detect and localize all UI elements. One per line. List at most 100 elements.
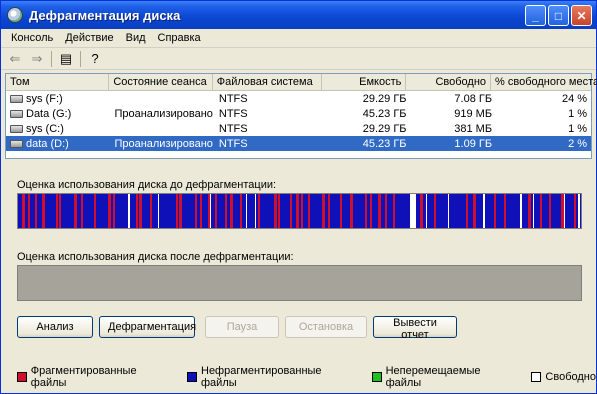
disk-map-fragment: [365, 194, 367, 228]
volume-free-percent: 1 %: [568, 122, 588, 135]
volume-capacity: 45.23 ГБ: [362, 137, 407, 150]
header-filesystem[interactable]: Файловая система: [213, 74, 322, 90]
view-report-button[interactable]: Вывести отчет: [373, 316, 457, 341]
toolbar-separator: [80, 50, 81, 67]
volume-name-label: sys (C:): [26, 122, 64, 135]
disk-map-fragment: [74, 194, 77, 228]
volume-name: sys (F:): [6, 93, 110, 105]
volume-row[interactable]: Data (G:) Проанализировано NTFS 45.23 ГБ 919…: [6, 106, 591, 121]
header-free[interactable]: Свободно: [406, 74, 492, 90]
disk-map-fragment: [200, 194, 202, 228]
volume-row[interactable]: sys (F:) NTFS 29.29 ГБ 7.08 ГБ 24 %: [6, 91, 591, 106]
disk-map-fragment: [179, 194, 182, 228]
after-analysis-label: Оценка использования диска после дефрагм…: [17, 251, 294, 263]
header-volume[interactable]: Том: [6, 74, 110, 90]
help-icon[interactable]: ?: [87, 51, 103, 67]
volume-list-header: Том Состояние сеанса Файловая система Ем…: [6, 74, 597, 91]
disk-map-fragment: [378, 194, 381, 228]
volume-row[interactable]: sys (C:) NTFS 29.29 ГБ 381 МБ 1 %: [6, 121, 591, 136]
contiguous-swatch: [187, 372, 197, 382]
header-session-state[interactable]: Состояние сеанса: [109, 74, 213, 90]
volume-state: Проанализировано: [114, 107, 213, 120]
volume-capacity: 29.29 ГБ: [362, 122, 407, 135]
disk-map-fragment: [225, 194, 227, 228]
volume-name-label: sys (F:): [26, 92, 63, 105]
minimize-button[interactable]: _: [525, 5, 546, 26]
disk-map-fragment: [434, 194, 436, 228]
volume-filesystem: NTFS: [218, 107, 248, 120]
disk-map-fragment: [340, 194, 342, 228]
defrag-window: Дефрагментация диска _ □ ✕ Консоль Дейст…: [0, 0, 597, 394]
disk-map-fragment: [139, 194, 142, 228]
volume-name-label: data (D:): [26, 137, 69, 150]
header-free-percent[interactable]: % свободного места: [491, 74, 597, 90]
disk-map-fragment: [290, 194, 292, 228]
volume-free: 919 МБ: [454, 107, 493, 120]
volume-free-percent: 1 %: [568, 107, 588, 120]
volume-name: Data (G:): [6, 108, 110, 120]
console-tree-icon[interactable]: ▤: [58, 51, 74, 67]
volume-state: Проанализировано: [114, 137, 213, 150]
menu-console[interactable]: Консоль: [5, 32, 59, 44]
legend-contiguous-label: Нефрагментированные файлы: [201, 365, 322, 389]
back-arrow-icon[interactable]: ⇐: [7, 51, 23, 67]
defragment-button[interactable]: Дефрагментация: [99, 316, 196, 338]
disk-map-fragment: [94, 194, 96, 228]
menu-action[interactable]: Действие: [59, 32, 119, 44]
volume-free: 381 МБ: [454, 122, 493, 135]
disk-map-fragment: [278, 194, 280, 228]
disk-map-fragment: [22, 194, 25, 228]
disk-map-fragment: [301, 194, 303, 228]
disk-map-free: [410, 194, 416, 228]
disk-map-free: [158, 194, 159, 228]
free-swatch: [531, 372, 542, 382]
disk-map-fragment: [328, 194, 330, 228]
menu-help[interactable]: Справка: [152, 32, 207, 44]
before-analysis-label: Оценка использования диска до дефрагмент…: [17, 179, 277, 191]
drive-icon: [10, 124, 23, 133]
fragmented-swatch: [17, 372, 27, 382]
disk-map-free: [483, 194, 485, 228]
maximize-button[interactable]: □: [548, 5, 569, 26]
volume-filesystem: NTFS: [218, 137, 248, 150]
disk-map-fragment: [504, 194, 506, 228]
volume-list[interactable]: Том Состояние сеанса Файловая система Ем…: [5, 73, 597, 159]
volume-filesystem: NTFS: [218, 122, 248, 135]
legend-unmovable: Неперемещаемые файлы: [371, 365, 516, 389]
drive-icon: [10, 139, 23, 148]
legend-unmovable-label: Неперемещаемые файлы: [385, 365, 481, 389]
forward-arrow-icon[interactable]: ⇒: [29, 51, 45, 67]
stop-button: Остановка: [285, 316, 367, 338]
disk-map-fragment: [385, 194, 387, 228]
unmovable-swatch: [371, 372, 382, 382]
drive-icon: [10, 94, 23, 103]
disk-map-free: [255, 194, 256, 228]
disk-map-fragment: [195, 194, 197, 228]
disk-map-free: [210, 194, 211, 228]
menu-view[interactable]: Вид: [120, 32, 152, 44]
close-button[interactable]: ✕: [571, 5, 592, 26]
menu-bar: Консоль Действие Вид Справка: [1, 29, 596, 48]
disk-map-fragment: [113, 194, 115, 228]
legend: Фрагментированные файлы Нефрагментирован…: [17, 365, 596, 389]
volume-free-percent: 24 %: [561, 92, 588, 105]
disk-map-fragment: [215, 194, 217, 228]
volume-name: sys (C:): [6, 123, 110, 135]
legend-free: Свободно: [531, 371, 596, 383]
volume-capacity: 45.23 ГБ: [362, 107, 407, 120]
header-capacity[interactable]: Емкость: [322, 74, 407, 90]
analyze-button[interactable]: Анализ: [17, 316, 93, 338]
volume-name-label: Data (G:): [26, 107, 72, 120]
disk-map-fragment: [296, 194, 299, 228]
title-bar[interactable]: Дефрагментация диска _ □ ✕: [1, 1, 596, 29]
disk-map-free: [533, 194, 534, 228]
disk-map-fragment: [59, 194, 61, 228]
disk-map-fragment: [108, 194, 111, 228]
disk-map-fragment: [370, 194, 372, 228]
disk-map-fragment: [274, 194, 277, 228]
volume-row[interactable]: data (D:) Проанализировано NTFS 45.23 ГБ 1.0…: [6, 136, 591, 151]
disk-map-fragment: [35, 194, 37, 228]
disk-map-fragment: [56, 194, 58, 228]
disk-map-free: [578, 194, 580, 228]
volume-name: data (D:): [6, 138, 110, 150]
